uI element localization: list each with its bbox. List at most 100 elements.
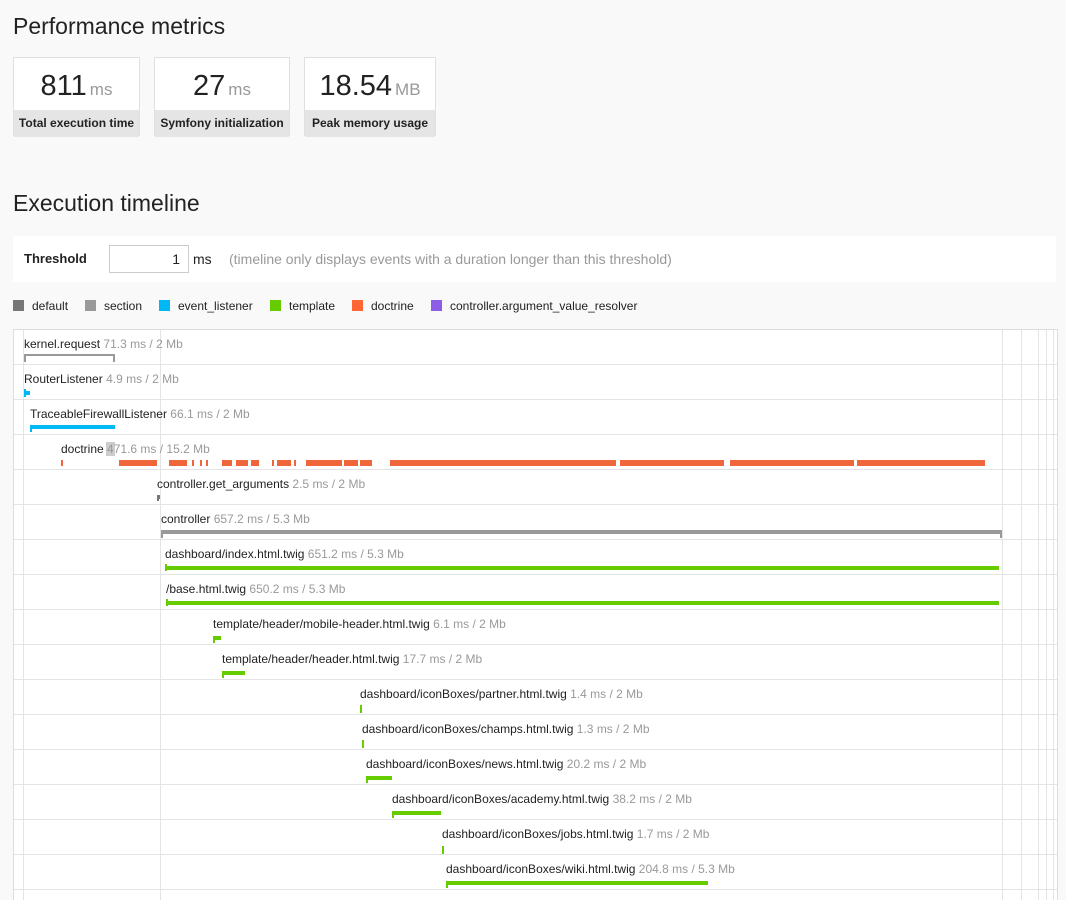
doctrine-query-segment xyxy=(272,460,274,466)
metric-label: Symfony initialization xyxy=(155,110,289,137)
event-bar-tick xyxy=(166,599,168,606)
doctrine-query-segment xyxy=(119,460,157,466)
metric-value: 18.54 xyxy=(319,70,393,102)
timeline-row-mobile-header: template/header/mobile-header.html.twig … xyxy=(14,610,1057,645)
metric-total-execution-time: 811 ms Total execution time xyxy=(13,57,140,137)
event-bar-tick xyxy=(362,740,364,748)
event-label: doctrine 471.6 ms / 15.2 Mb xyxy=(61,442,210,456)
timeline-row-wiki: dashboard/iconBoxes/wiki.html.twig 204.8… xyxy=(14,855,1057,890)
event-bar-tick xyxy=(360,705,362,713)
event-label: controller.get_arguments 2.5 ms / 2 Mb xyxy=(157,477,365,491)
doctrine-query-segment xyxy=(306,460,342,466)
event-bar xyxy=(161,530,1002,534)
timeline-row-controller-get-arguments: controller.get_arguments 2.5 ms / 2 Mb xyxy=(14,470,1057,505)
event-name: doctrine xyxy=(61,442,104,456)
event-label: template/header/header.html.twig 17.7 ms… xyxy=(222,652,482,666)
legend-item-template: template xyxy=(270,299,335,313)
timeline-row-base-twig: /base.html.twig 650.2 ms / 5.3 Mb xyxy=(14,575,1057,610)
event-bar-tick xyxy=(366,776,368,783)
event-bar xyxy=(366,776,392,780)
doctrine-query-segment xyxy=(200,460,202,466)
event-bar-tick xyxy=(165,564,167,571)
metric-symfony-initialization: 27 ms Symfony initialization xyxy=(154,57,290,137)
event-bar-tick xyxy=(222,671,224,678)
event-bar xyxy=(157,495,160,499)
event-bar-tick xyxy=(1000,530,1002,538)
event-bar xyxy=(222,671,245,675)
timeline-row-academy: dashboard/iconBoxes/academy.html.twig 38… xyxy=(14,785,1057,820)
event-name: controller.get_arguments xyxy=(157,477,290,491)
doctrine-query-segment xyxy=(857,460,985,466)
legend-label: template xyxy=(289,299,336,313)
event-duration: 1.3 ms / 2 Mb xyxy=(576,722,650,736)
event-label: kernel.request 71.3 ms / 2 Mb xyxy=(24,337,183,351)
event-duration: 650.2 ms / 5.3 Mb xyxy=(249,582,346,596)
event-duration: 20.2 ms / 2 Mb xyxy=(566,757,647,771)
event-bar-tick xyxy=(392,811,394,818)
metric-value: 811 xyxy=(40,70,87,102)
event-name: dashboard/iconBoxes/wiki.html.twig xyxy=(446,862,636,876)
doctrine-query-segment xyxy=(277,460,291,466)
event-label: dashboard/index.html.twig 651.2 ms / 5.3… xyxy=(165,547,404,561)
event-label: controller 657.2 ms / 5.3 Mb xyxy=(161,512,310,526)
metric-value-wrap: 27 ms xyxy=(155,58,289,110)
event-duration: 1.7 ms / 2 Mb xyxy=(636,827,710,841)
event-duration: 4.9 ms / 2 Mb xyxy=(106,372,179,386)
legend-swatch xyxy=(270,300,281,311)
legend-swatch xyxy=(352,300,363,311)
legend-label: event_listener xyxy=(178,299,253,313)
threshold-unit: ms xyxy=(193,251,212,267)
timeline-row-dashboard-index: dashboard/index.html.twig 651.2 ms / 5.3… xyxy=(14,540,1057,575)
metric-label: Peak memory usage xyxy=(305,110,435,137)
event-name: /base.html.twig xyxy=(166,582,247,596)
event-duration: 38.2 ms / 2 Mb xyxy=(612,792,692,806)
metric-label: Total execution time xyxy=(14,110,139,137)
threshold-input[interactable] xyxy=(109,245,189,273)
threshold-label: Threshold xyxy=(24,251,87,266)
event-name: dashboard/index.html.twig xyxy=(165,547,305,561)
legend-item-event-listener: event_listener xyxy=(159,299,253,313)
threshold-form: Threshold ms (timeline only displays eve… xyxy=(13,236,1056,282)
event-name: dashboard/iconBoxes/news.html.twig xyxy=(366,757,564,771)
performance-metrics-heading: Performance metrics xyxy=(13,13,226,39)
event-bar-tick xyxy=(446,881,448,888)
doctrine-query-segment xyxy=(620,460,724,466)
event-name: RouterListener xyxy=(24,372,103,386)
event-label: dashboard/iconBoxes/partner.html.twig 1.… xyxy=(360,687,643,701)
legend-item-section: section xyxy=(85,299,142,313)
doctrine-query-segment xyxy=(390,460,616,466)
event-name: dashboard/iconBoxes/champs.html.twig xyxy=(362,722,574,736)
doctrine-query-segment xyxy=(206,460,208,466)
event-name: controller xyxy=(161,512,211,526)
event-bar-tick xyxy=(24,389,26,397)
legend-label: section xyxy=(104,299,143,313)
timeline-row-kernel-request: kernel.request 71.3 ms / 2 Mb xyxy=(14,330,1057,365)
timeline-row-champs: dashboard/iconBoxes/champs.html.twig 1.3… xyxy=(14,715,1057,750)
legend-swatch xyxy=(13,300,24,311)
event-duration: 6.1 ms / 2 Mb xyxy=(433,617,506,631)
doctrine-query-segment xyxy=(192,460,194,466)
doctrine-query-segment xyxy=(730,460,854,466)
event-label: TraceableFirewallListener 66.1 ms / 2 Mb xyxy=(30,407,250,421)
timeline-row-doctrine: doctrine 471.6 ms / 15.2 Mb xyxy=(14,435,1057,470)
metric-peak-memory-usage: 18.54 MB Peak memory usage xyxy=(304,57,436,137)
event-duration: 471.6 ms / 15.2 Mb xyxy=(107,442,210,456)
event-name: dashboard/iconBoxes/jobs.html.twig xyxy=(442,827,634,841)
timeline-row-jobs: dashboard/iconBoxes/jobs.html.twig 1.7 m… xyxy=(14,820,1057,855)
event-bar xyxy=(392,811,441,815)
event-duration: 651.2 ms / 5.3 Mb xyxy=(307,547,404,561)
event-bar xyxy=(166,601,999,605)
doctrine-query-segment xyxy=(236,460,248,466)
event-bar xyxy=(30,425,115,429)
event-name: dashboard/iconBoxes/partner.html.twig xyxy=(360,687,567,701)
event-label: dashboard/iconBoxes/jobs.html.twig 1.7 m… xyxy=(442,827,709,841)
legend-swatch xyxy=(85,300,96,311)
metric-value: 27 xyxy=(193,70,226,102)
event-duration: 657.2 ms / 5.3 Mb xyxy=(213,512,310,526)
event-label: /base.html.twig 650.2 ms / 5.3 Mb xyxy=(166,582,345,596)
event-duration: 71.3 ms / 2 Mb xyxy=(103,337,183,351)
execution-timeline: kernel.request 71.3 ms / 2 Mb RouterList… xyxy=(13,329,1058,900)
event-name: template/header/header.html.twig xyxy=(222,652,400,666)
legend-item-doctrine: doctrine xyxy=(352,299,414,313)
timeline-row-router-listener: RouterListener 4.9 ms / 2 Mb xyxy=(14,365,1057,400)
